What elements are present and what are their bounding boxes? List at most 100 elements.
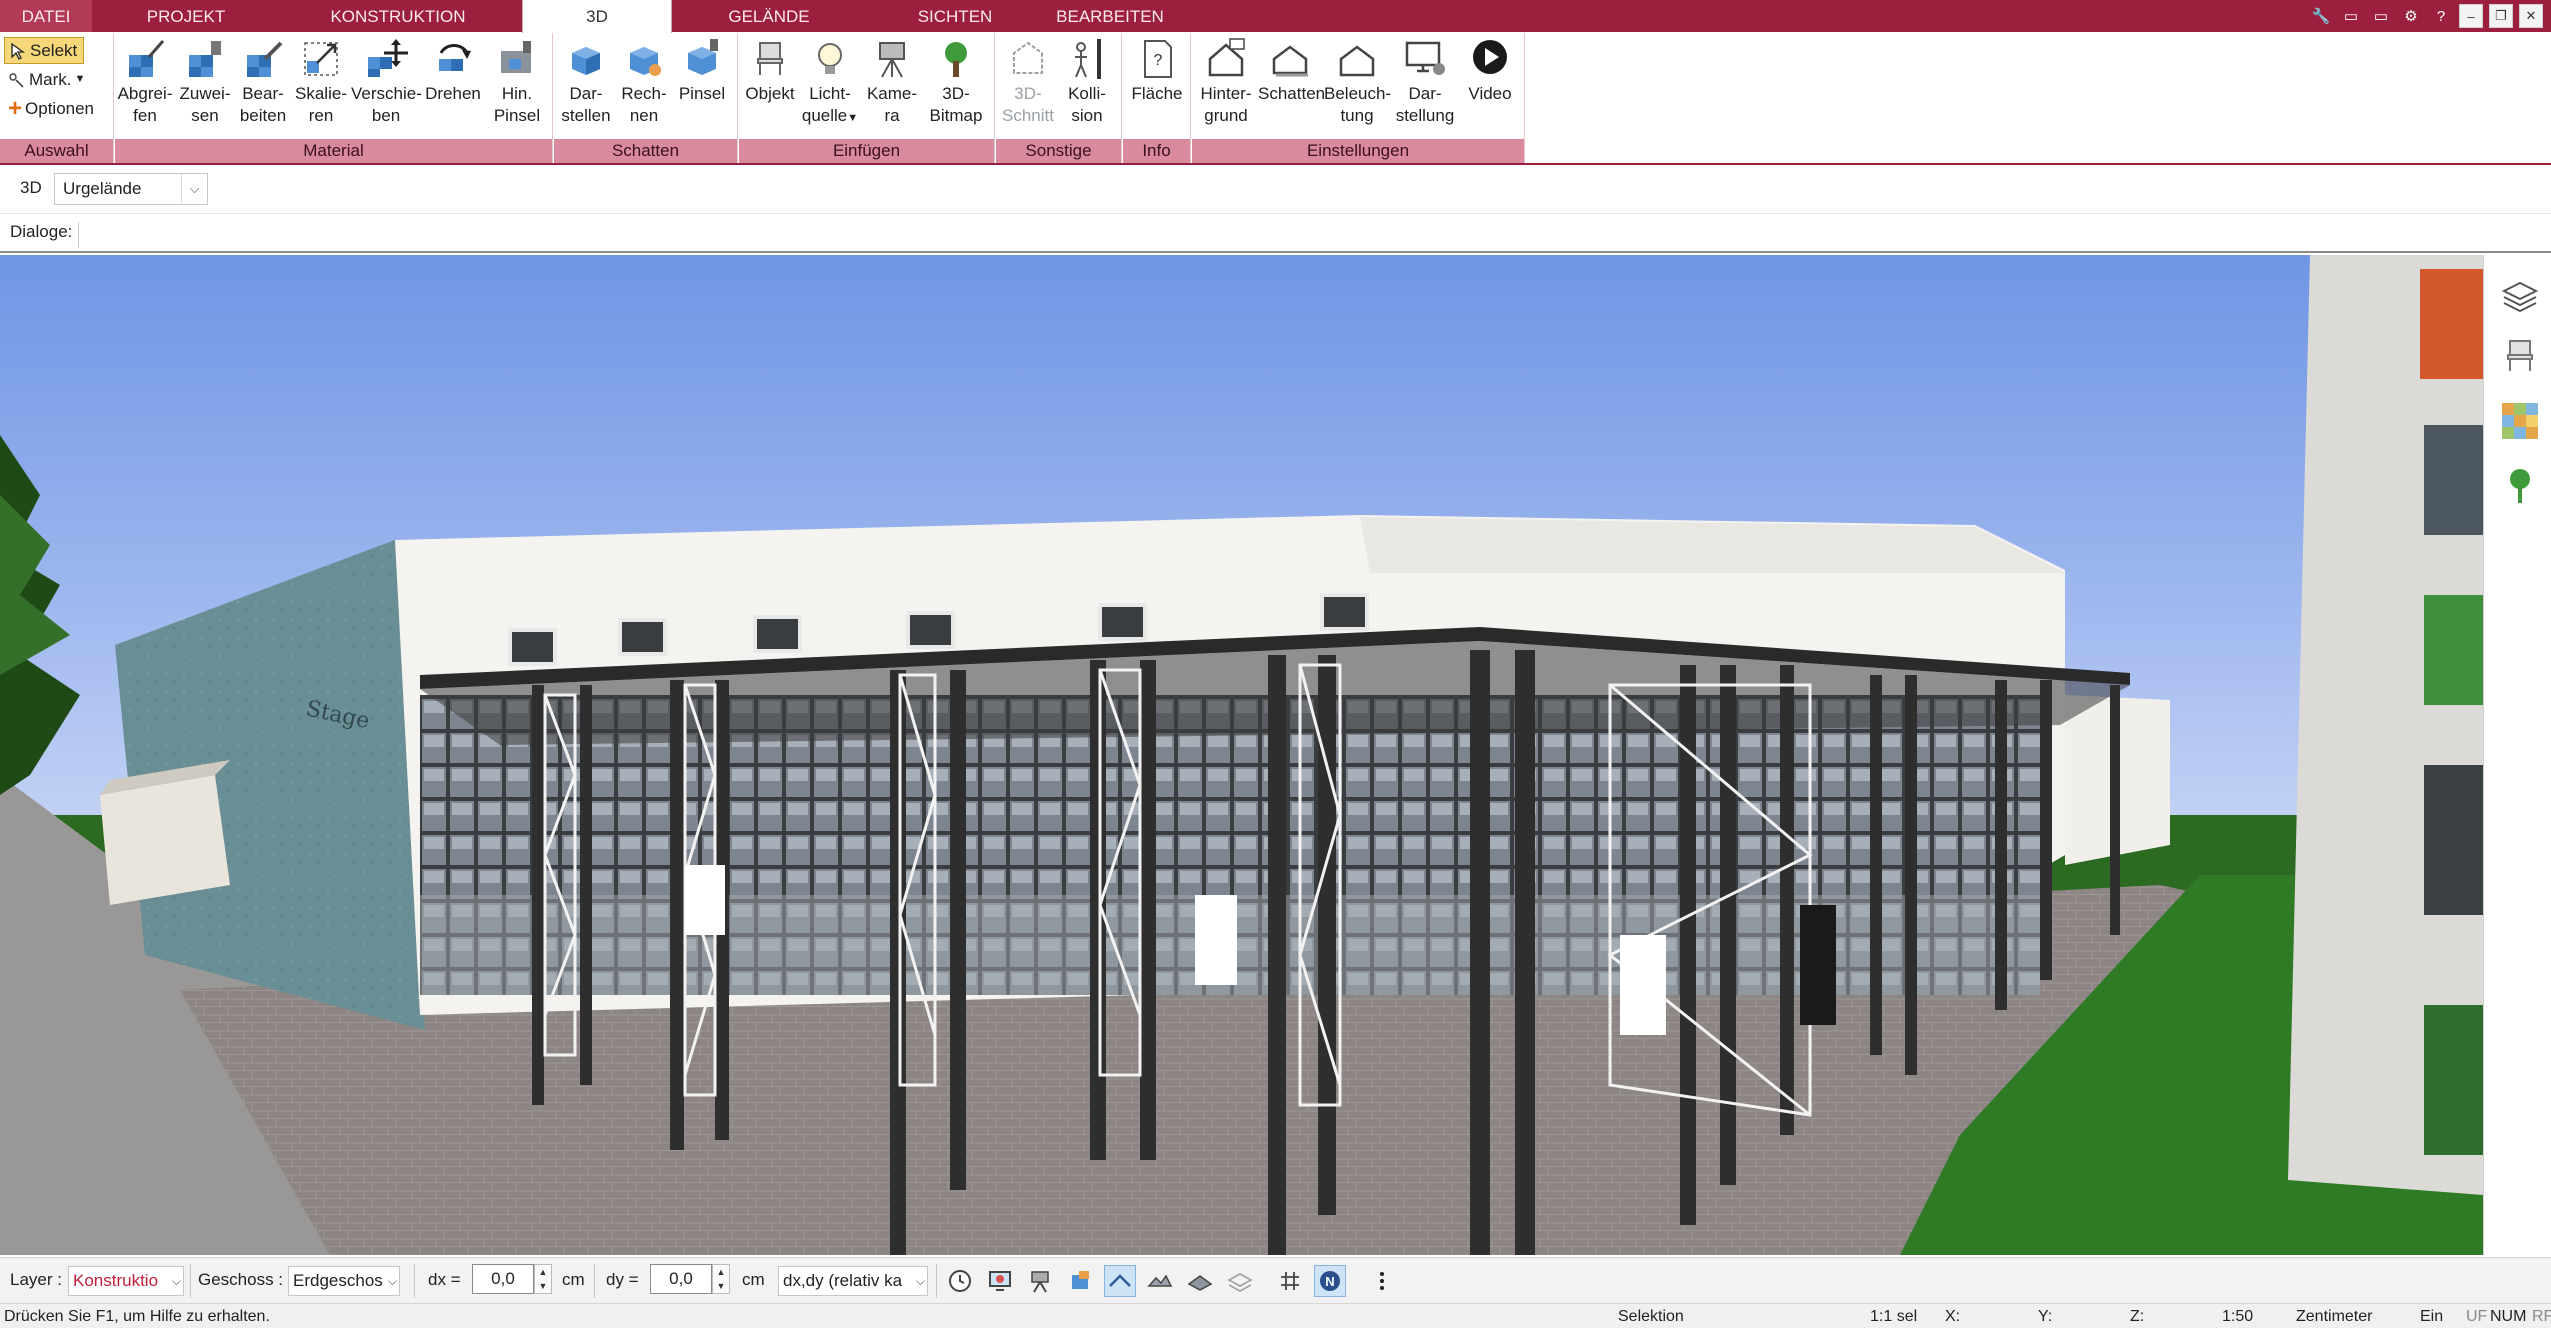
move-icon (368, 39, 408, 77)
zuweisen-button[interactable]: Zuwei- sen (177, 37, 233, 127)
group-label-einfuegen: Einfügen (739, 139, 994, 163)
drehen-button[interactable]: Drehen (423, 37, 483, 105)
status-num: NUM (2490, 1308, 2527, 1325)
rechnen-button[interactable]: Rech- nen (616, 37, 672, 127)
group-label-auswahl: Auswahl (0, 139, 113, 163)
skalieren-button[interactable]: Skalie- ren (291, 37, 351, 127)
material-catalog-icon[interactable] (2500, 401, 2540, 441)
kamera-button[interactable]: Kame- ra (863, 37, 921, 127)
camera-walk-icon[interactable] (1024, 1265, 1056, 1297)
dx-stepper[interactable]: ▲ ▼ (534, 1264, 552, 1294)
north-icon[interactable]: N (1314, 1265, 1346, 1297)
hin-pinsel-label-2: Pinsel (493, 106, 541, 125)
view-options-row: 3D Urgelände ⌵ (0, 167, 2551, 211)
tab-konstruktion[interactable]: KONSTRUKTION (318, 0, 478, 32)
lichtquelle-button[interactable]: Licht- quelle▼ (801, 37, 859, 129)
tools-icon[interactable]: 🔧 (2309, 4, 2333, 28)
tab-gelaende[interactable]: GELÄNDE (712, 0, 826, 32)
3d-viewport[interactable]: Stage (0, 255, 2483, 1255)
status-help-text: Drücken Sie F1, um Hilfe zu erhalten. (4, 1308, 270, 1325)
flaeche-button[interactable]: ? Fläche (1127, 37, 1187, 105)
terrain-icon[interactable] (1144, 1265, 1176, 1297)
zuweisen-label-2: sen (191, 106, 219, 125)
brush-icon (501, 41, 531, 73)
3d-bitmap-label-1: 3D- (942, 84, 970, 103)
rechnen-label-1: Rech- (621, 84, 667, 103)
help-icon[interactable]: ? (2429, 4, 2453, 28)
plane-icon[interactable] (1184, 1265, 1216, 1297)
folder-icon[interactable]: ▭ (2339, 4, 2363, 28)
darstellen-label-1: Dar- (569, 84, 603, 103)
chevron-down-icon: ⌵ (387, 1274, 397, 1288)
schatten-pinsel-button[interactable]: Pinsel (674, 37, 730, 105)
monitor-icon[interactable] (984, 1265, 1016, 1297)
clock-icon[interactable] (944, 1265, 976, 1297)
3d-schnitt-button[interactable]: 3D- Schnitt (1000, 37, 1056, 127)
schatten-einstellung-label: Schatten (1258, 84, 1326, 103)
tab-projekt[interactable]: PROJEKT (120, 0, 252, 32)
status-uf: UF (2466, 1308, 2488, 1325)
mark-button[interactable]: Mark. ▼ (4, 66, 89, 93)
object-icon[interactable] (1064, 1265, 1096, 1297)
dy-input[interactable]: 0,0 (650, 1264, 712, 1294)
terrain-select[interactable]: Urgelände ⌵ (54, 173, 208, 205)
tab-bearbeiten[interactable]: BEARBEITEN (1040, 0, 1180, 32)
chevron-down-icon: ⌵ (181, 174, 207, 204)
dx-input[interactable]: 0,0 (472, 1264, 534, 1294)
more-options-icon[interactable] (1366, 1265, 1398, 1297)
close-button[interactable]: ✕ (2519, 4, 2543, 28)
status-mode: Selektion (1618, 1308, 1684, 1325)
section-cut-icon (1013, 41, 1043, 74)
bearbeiten-button[interactable]: Bear- beiten (235, 37, 291, 127)
status-bar: Drücken Sie F1, um Hilfe zu erhalten. Se… (0, 1303, 2551, 1328)
dark-entry (1800, 905, 1836, 1025)
3d-bitmap-button[interactable]: 3D- Bitmap (923, 37, 989, 127)
hin-pinsel-button[interactable]: Hin. Pinsel (487, 37, 547, 127)
group-sonstige: 3D- Schnitt Kolli- sion Sonstige (996, 33, 1122, 163)
video-button[interactable]: Video (1460, 37, 1520, 105)
restore-button[interactable]: ❐ (2489, 4, 2513, 28)
layer-select[interactable]: Konstruktio ⌵ (68, 1266, 184, 1296)
tab-datei[interactable]: DATEI (0, 0, 92, 32)
status-unit: Zentimeter (2296, 1308, 2373, 1325)
area-info-icon: ? (1144, 40, 1172, 78)
verschieben-button[interactable]: Verschie- ben (351, 37, 422, 127)
layers-stack-icon[interactable] (1224, 1265, 1256, 1297)
roof-view-icon[interactable] (1104, 1265, 1136, 1297)
scale-icon (304, 42, 338, 76)
folder-open-icon[interactable]: ▭ (2369, 4, 2393, 28)
coordinate-mode-select[interactable]: dx,dy (relativ ka ⌵ (778, 1266, 928, 1296)
optionen-button[interactable]: + Optionen (4, 95, 98, 122)
kollision-label-1: Kolli- (1068, 84, 1106, 103)
divider (936, 1264, 937, 1298)
lightbulb-icon (818, 43, 842, 74)
dy-stepper[interactable]: ▲ ▼ (712, 1264, 730, 1294)
hintergrund-button[interactable]: Hinter- grund (1194, 37, 1258, 127)
beleuchtung-button[interactable]: Beleuch- tung (1324, 37, 1391, 127)
plant-catalog-icon[interactable] (2500, 465, 2540, 505)
schatten-einstellung-button[interactable]: Schatten (1258, 37, 1326, 105)
geschoss-select[interactable]: Erdgeschos ⌵ (288, 1266, 400, 1296)
darstellung-button[interactable]: Dar- stellung (1392, 37, 1458, 127)
darstellen-button[interactable]: Dar- stellen (558, 37, 614, 127)
kollision-button[interactable]: Kolli- sion (1058, 37, 1116, 127)
grid-icon[interactable] (1274, 1265, 1306, 1297)
chair-icon (757, 42, 783, 75)
annex-building (100, 775, 230, 905)
layers-icon[interactable] (2500, 277, 2540, 317)
camera-icon (879, 42, 905, 78)
chair-catalog-icon[interactable] (2500, 335, 2540, 375)
status-z: Z: (2130, 1308, 2145, 1325)
selekt-button[interactable]: Selekt (4, 37, 84, 64)
zuweisen-label-1: Zuwei- (179, 84, 231, 103)
divider (190, 1264, 191, 1298)
minimize-button[interactable]: – (2459, 4, 2483, 28)
settings-icon[interactable]: ⚙ (2399, 4, 2423, 28)
abgreifen-button[interactable]: Abgrei- fen (117, 37, 173, 127)
tab-3d[interactable]: 3D (522, 0, 672, 33)
objekt-button[interactable]: Objekt (741, 37, 799, 105)
tab-sichten[interactable]: SICHTEN (900, 0, 1010, 32)
dx-label: dx = (428, 1270, 461, 1289)
status-scale: 1:50 (2222, 1308, 2254, 1325)
dx-unit: cm (562, 1270, 585, 1289)
